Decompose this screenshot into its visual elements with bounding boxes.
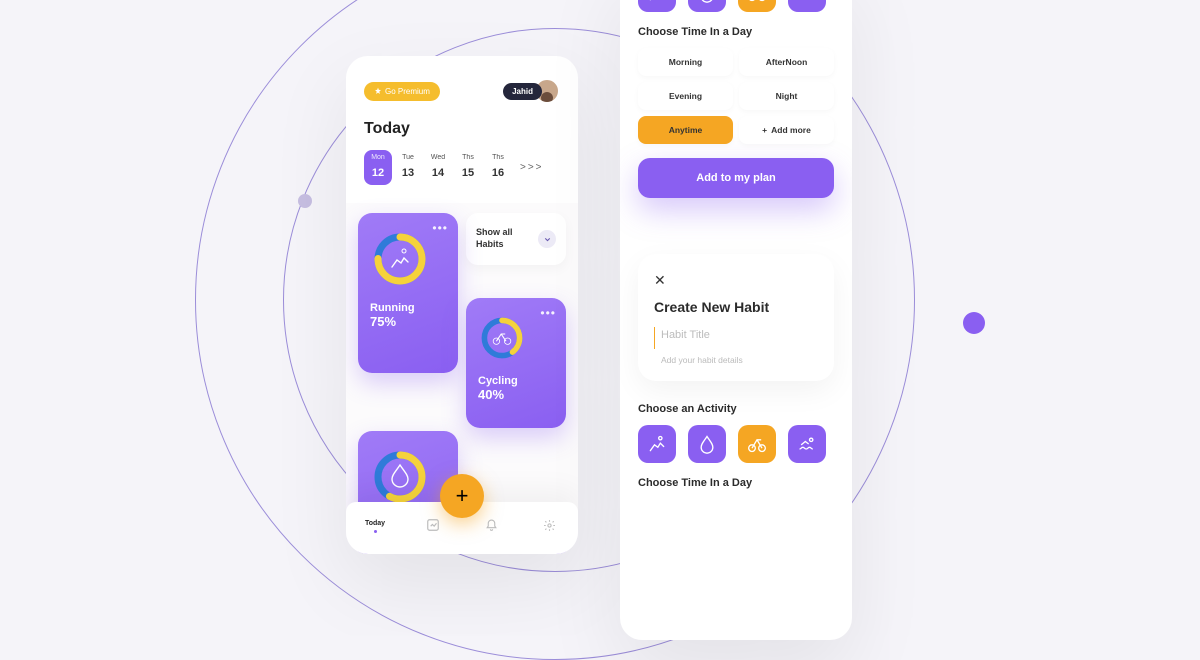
activity-cycling[interactable] [738, 0, 776, 12]
habit-name: Cycling [478, 375, 554, 387]
activity-row-bottom [638, 425, 834, 463]
page-title: Today [346, 116, 578, 148]
add-button[interactable]: + [440, 474, 484, 518]
phone-home: Go Premium Jahid Today Mon12 Tue13 Wed14… [346, 56, 578, 554]
nav-today[interactable]: Today [353, 520, 397, 533]
phone-create-habit: Choose Time In a Day Morning AfterNoon E… [620, 0, 852, 640]
more-icon[interactable]: ••• [432, 221, 448, 235]
day-tue[interactable]: Tue13 [394, 150, 422, 185]
nav-settings[interactable] [527, 519, 571, 534]
bike-icon [747, 0, 767, 3]
day-thu[interactable]: Ths15 [454, 150, 482, 185]
bike-icon [747, 434, 767, 454]
bottom-nav: Today + [346, 482, 578, 554]
go-premium-label: Go Premium [385, 87, 430, 96]
star-icon [374, 87, 382, 95]
activity-row-top [638, 0, 834, 12]
time-anytime[interactable]: Anytime [638, 116, 733, 144]
habit-card-cycling[interactable]: ••• Cycling 40% [466, 298, 566, 428]
nav-stats[interactable] [411, 518, 455, 534]
time-heading: Choose Time In a Day [638, 26, 834, 38]
time-morning[interactable]: Morning [638, 48, 733, 76]
user-chip[interactable]: Jahid [503, 78, 560, 104]
user-name-badge: Jahid [503, 83, 542, 100]
bell-icon [485, 519, 498, 532]
more-icon[interactable]: ••• [540, 306, 556, 320]
run-icon [647, 0, 667, 3]
day-wed[interactable]: Wed14 [424, 150, 452, 185]
go-premium-button[interactable]: Go Premium [364, 82, 440, 101]
run-icon [392, 249, 408, 267]
day-mon[interactable]: Mon12 [364, 150, 392, 185]
day-picker: Mon12 Tue13 Wed14 Ths15 Ths16 >>> [346, 148, 578, 203]
habit-name: Running [370, 302, 446, 314]
swim-icon [797, 0, 817, 3]
bike-icon [493, 334, 511, 344]
activity-run[interactable] [638, 425, 676, 463]
habit-details-input[interactable]: Add your habit details [654, 355, 818, 365]
run-icon [647, 434, 667, 454]
create-habit-sheet: ✕ Create New Habit Habit Title Add your … [638, 254, 834, 381]
chart-icon [426, 518, 440, 532]
gear-icon [543, 519, 556, 532]
drop-icon [697, 434, 717, 454]
habit-percent: 75% [370, 314, 446, 329]
activity-heading: Choose an Activity [638, 403, 834, 415]
activity-hydration[interactable] [688, 425, 726, 463]
activity-run[interactable] [638, 0, 676, 12]
chevron-down-icon [538, 230, 556, 248]
habit-title-input[interactable]: Habit Title [654, 327, 818, 349]
time-evening[interactable]: Evening [638, 82, 733, 110]
activity-swim[interactable] [788, 425, 826, 463]
add-to-plan-button[interactable]: Add to my plan [638, 158, 834, 198]
activity-cycling[interactable] [738, 425, 776, 463]
plus-icon: + [762, 125, 767, 135]
nav-notifications[interactable] [469, 519, 513, 534]
time-afternoon[interactable]: AfterNoon [739, 48, 834, 76]
activity-hydration[interactable] [688, 0, 726, 12]
sheet-title: Create New Habit [654, 299, 818, 315]
close-icon[interactable]: ✕ [654, 272, 818, 289]
activity-swim[interactable] [788, 0, 826, 12]
habit-percent: 40% [478, 387, 554, 402]
plus-icon: + [456, 483, 469, 509]
time-add-more[interactable]: +Add more [739, 116, 834, 144]
days-more-button[interactable]: >>> [520, 162, 544, 173]
drop-icon [697, 0, 717, 3]
show-all-habits-button[interactable]: Show allHabits [466, 213, 566, 265]
time-night[interactable]: Night [739, 82, 834, 110]
time-heading-2: Choose Time In a Day [638, 477, 834, 489]
day-fri[interactable]: Ths16 [484, 150, 512, 185]
habit-card-running[interactable]: ••• Running 75% [358, 213, 458, 373]
swim-icon [797, 434, 817, 454]
